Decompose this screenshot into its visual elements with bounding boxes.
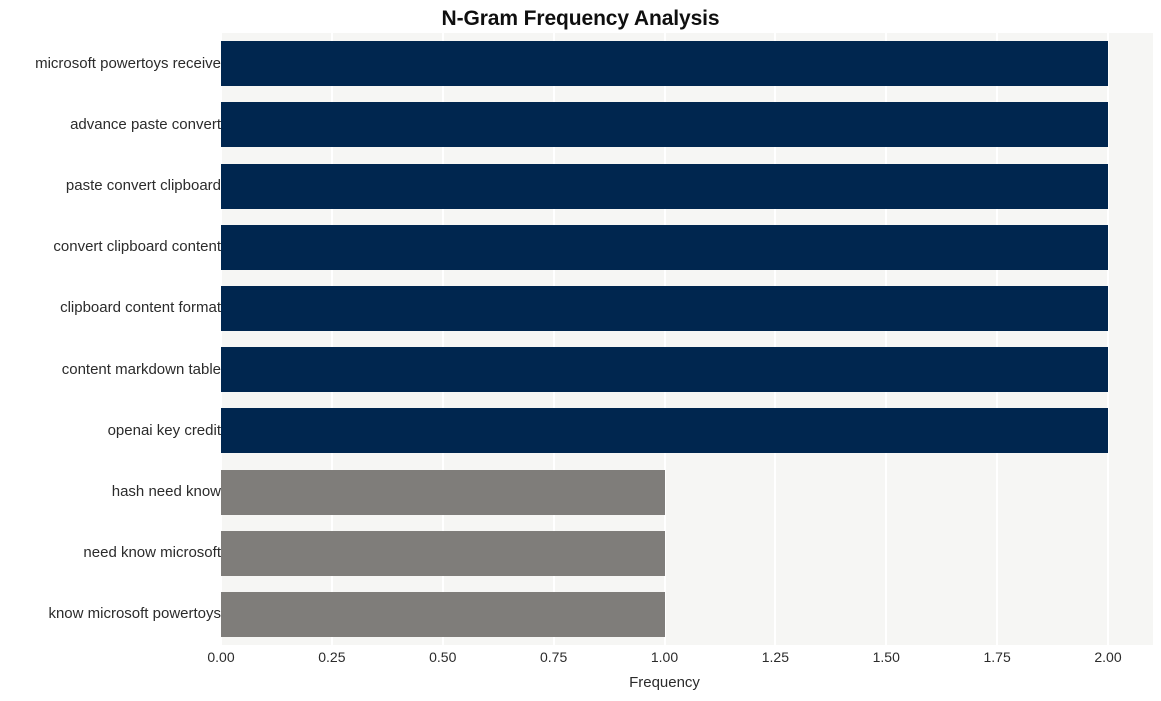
bar[interactable]	[221, 469, 665, 515]
y-tick-label: openai key credit	[107, 421, 221, 439]
y-tick-label: convert clipboard content	[53, 238, 221, 256]
bar[interactable]	[221, 163, 1108, 209]
x-tick-label: 1.75	[983, 649, 1011, 665]
chart-title: N-Gram Frequency Analysis	[441, 7, 720, 30]
x-tick-label: 1.00	[650, 649, 679, 665]
bar[interactable]	[221, 347, 1108, 393]
x-tick-label: 0.50	[429, 649, 457, 665]
x-axis-tick-labels: 0.00 0.25 0.50 0.75 1.00 1.25 1.50 1.75 2.00	[207, 648, 1153, 670]
y-tick-label: paste convert clipboard	[65, 177, 221, 194]
bar[interactable]	[221, 591, 665, 637]
y-tick-label: microsoft powertoys receive	[35, 54, 221, 72]
y-tick-label: know microsoft powertoys	[48, 605, 221, 623]
bar[interactable]	[221, 102, 1108, 148]
y-tick-label: need know microsoft	[83, 544, 221, 562]
bar[interactable]	[221, 224, 1108, 270]
x-tick-label: 0.75	[540, 649, 568, 665]
x-axis-label: Frequency	[629, 674, 700, 691]
y-tick-label: hash need know	[111, 483, 221, 500]
bar[interactable]	[221, 285, 1108, 331]
y-tick-label: content markdown table	[61, 360, 221, 378]
y-axis-tick-labels: microsoft powertoys receive advance paste…	[0, 33, 221, 645]
y-tick-label: advance paste convert	[70, 115, 221, 133]
bar[interactable]	[221, 41, 1108, 87]
chart-figure: N-Gram Frequency Analysis microsoft powe…	[0, 0, 1161, 701]
x-tick-label: 0.00	[207, 649, 235, 665]
x-tick-label: 2.00	[1094, 649, 1122, 665]
bar[interactable]	[221, 530, 665, 576]
x-tick-label: 1.50	[872, 649, 900, 665]
plot-area	[221, 33, 1153, 645]
y-tick-label: clipboard content format	[60, 299, 221, 317]
x-tick-label: 0.25	[318, 649, 346, 665]
bar[interactable]	[221, 408, 1108, 454]
x-tick-label: 1.25	[761, 649, 789, 665]
